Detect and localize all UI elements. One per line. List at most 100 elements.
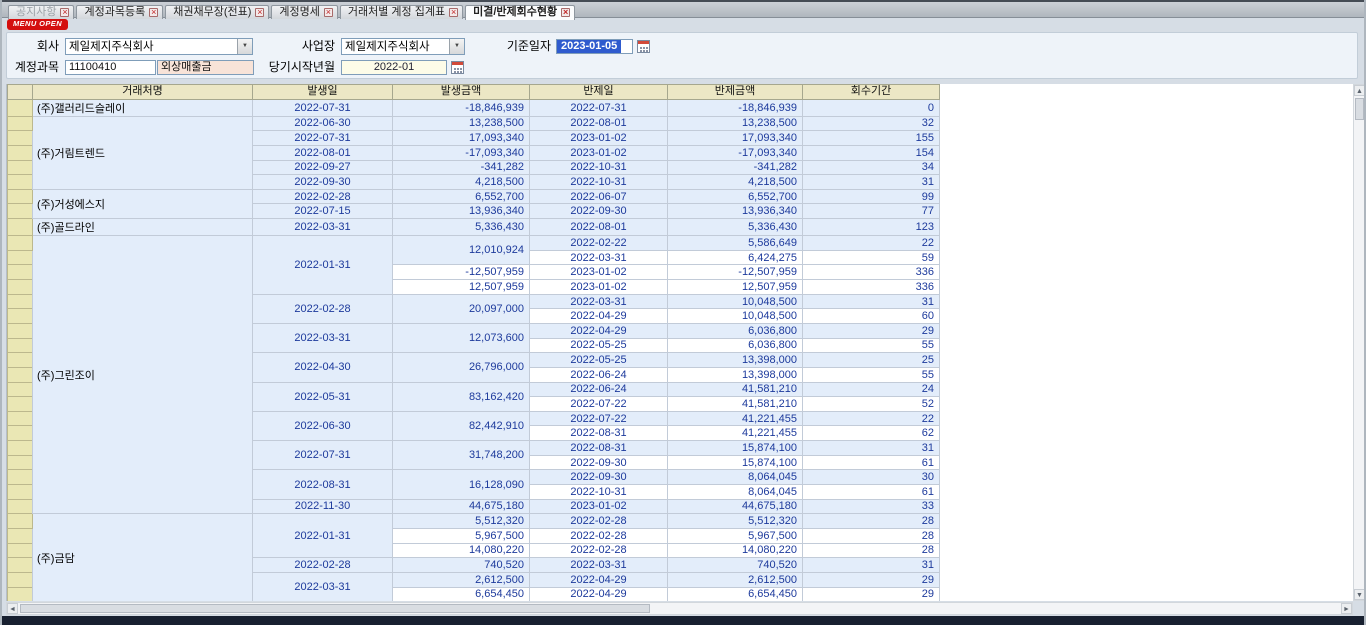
tab-item[interactable]: 계정명세: [271, 5, 337, 19]
row-selector[interactable]: [8, 265, 33, 280]
bizplace-select[interactable]: 제일제지주식회사 ▼: [341, 38, 465, 55]
account-code-input[interactable]: 11100410: [65, 60, 156, 75]
tab-active[interactable]: 미결/반제회수현황: [465, 5, 575, 20]
collection-period-cell: 31: [803, 441, 940, 456]
settlement-date-cell: 2022-03-31: [530, 558, 668, 573]
row-selector[interactable]: [8, 455, 33, 470]
scroll-up-arrow-icon[interactable]: ▲: [1354, 85, 1365, 96]
grid-row: (주)거림트렌드2022-06-3013,238,5002022-08-0113…: [8, 116, 940, 131]
row-selector[interactable]: [8, 189, 33, 204]
settlement-date-cell: 2023-01-02: [530, 145, 668, 160]
scroll-right-arrow-icon[interactable]: ►: [1341, 603, 1352, 614]
settlement-amount-cell: 6,036,800: [668, 338, 803, 353]
row-selector[interactable]: [8, 382, 33, 397]
occurrence-amount-cell: -17,093,340: [393, 145, 530, 160]
row-selector[interactable]: [8, 280, 33, 295]
row-selector[interactable]: [8, 309, 33, 324]
account-name-field[interactable]: 외상매출금: [157, 60, 254, 75]
row-selector[interactable]: [8, 204, 33, 219]
period-start-label: 당기시작년월: [243, 59, 335, 76]
row-selector[interactable]: [8, 587, 33, 601]
row-selector[interactable]: [8, 338, 33, 353]
settlement-amount-cell: 13,398,000: [668, 353, 803, 368]
row-selector[interactable]: [8, 160, 33, 175]
row-selector[interactable]: [8, 250, 33, 265]
row-selector[interactable]: [8, 470, 33, 485]
tab-label: 거래처별 계정 집계표: [348, 6, 445, 19]
calendar-icon[interactable]: [451, 61, 464, 74]
period-start-input[interactable]: 2022-01: [341, 60, 447, 75]
settlement-amount-cell: -17,093,340: [668, 145, 803, 160]
row-selector[interactable]: [8, 294, 33, 309]
row-selector[interactable]: [8, 499, 33, 514]
occurrence-amount-cell: 82,442,910: [393, 411, 530, 440]
customer-name-cell: (주)갤러리드슬레이: [33, 99, 253, 116]
collection-period-cell: 29: [803, 572, 940, 587]
collection-period-cell: 28: [803, 528, 940, 543]
occurrence-amount-cell: 17,093,340: [393, 131, 530, 146]
collection-period-cell: 0: [803, 99, 940, 116]
tab-item[interactable]: 채권채무장(전표): [165, 5, 269, 19]
occurrence-amount-cell: 6,552,700: [393, 189, 530, 204]
chevron-down-icon[interactable]: ▼: [237, 39, 252, 54]
collection-period-cell: 22: [803, 236, 940, 251]
row-selector[interactable]: [8, 236, 33, 251]
row-selector[interactable]: [8, 441, 33, 456]
collection-period-cell: 55: [803, 367, 940, 382]
settlement-date-cell: 2022-04-29: [530, 309, 668, 324]
row-selector[interactable]: [8, 411, 33, 426]
row-selector[interactable]: [8, 219, 33, 236]
row-selector[interactable]: [8, 131, 33, 146]
scroll-left-arrow-icon[interactable]: ◄: [7, 603, 18, 614]
tab-close-icon[interactable]: [561, 8, 570, 17]
row-selector[interactable]: [8, 543, 33, 558]
settlement-amount-cell: 5,967,500: [668, 528, 803, 543]
collection-period-cell: 28: [803, 543, 940, 558]
settlement-amount-cell: 13,936,340: [668, 204, 803, 219]
horizontal-scrollbar[interactable]: ◄ ►: [6, 602, 1353, 615]
occurrence-amount-cell: 13,936,340: [393, 204, 530, 219]
collection-period-cell: 62: [803, 426, 940, 441]
tab-close-icon[interactable]: [60, 8, 69, 17]
row-selector[interactable]: [8, 426, 33, 441]
horizontal-scroll-thumb[interactable]: [20, 604, 650, 613]
tab-item[interactable]: 거래처별 계정 집계표: [340, 5, 463, 19]
row-selector[interactable]: [8, 353, 33, 368]
vertical-scroll-thumb[interactable]: [1355, 98, 1364, 120]
occurrence-amount-cell: 83,162,420: [393, 382, 530, 411]
row-selector[interactable]: [8, 514, 33, 529]
calendar-icon[interactable]: [637, 40, 650, 53]
chevron-down-icon[interactable]: ▼: [449, 39, 464, 54]
scroll-down-arrow-icon[interactable]: ▼: [1354, 589, 1365, 600]
collection-period-cell: 61: [803, 455, 940, 470]
row-selector[interactable]: [8, 175, 33, 190]
tab-item[interactable]: 계정과목등록: [76, 5, 163, 19]
collection-period-cell: 31: [803, 294, 940, 309]
row-selector[interactable]: [8, 558, 33, 573]
row-selector[interactable]: [8, 145, 33, 160]
occurrence-date-cell: 2022-07-31: [253, 131, 393, 146]
tab-item[interactable]: 공지사항: [8, 5, 74, 19]
row-selector[interactable]: [8, 528, 33, 543]
vertical-scrollbar[interactable]: ▲ ▼: [1353, 84, 1366, 601]
row-selector[interactable]: [8, 323, 33, 338]
base-date-input[interactable]: 2023-01-05: [556, 39, 633, 54]
settlement-amount-cell: 8,064,045: [668, 470, 803, 485]
settlement-date-cell: 2023-01-02: [530, 280, 668, 295]
tab-close-icon[interactable]: [149, 8, 158, 17]
tab-close-icon[interactable]: [449, 8, 458, 17]
account-name-value: 외상매출금: [161, 61, 212, 73]
row-selector[interactable]: [8, 367, 33, 382]
row-selector[interactable]: [8, 99, 33, 116]
collection-period-cell: 28: [803, 514, 940, 529]
row-selector[interactable]: [8, 397, 33, 412]
row-selector[interactable]: [8, 485, 33, 500]
row-selector[interactable]: [8, 572, 33, 587]
settlement-date-cell: 2022-09-30: [530, 204, 668, 219]
tab-close-icon[interactable]: [255, 8, 264, 17]
occurrence-amount-cell: -12,507,959: [393, 265, 530, 280]
tab-close-icon[interactable]: [324, 8, 333, 17]
row-selector[interactable]: [8, 116, 33, 131]
menu-open-button[interactable]: MENU OPEN: [7, 19, 68, 30]
company-select[interactable]: 제일제지주식회사 ▼: [65, 38, 253, 55]
